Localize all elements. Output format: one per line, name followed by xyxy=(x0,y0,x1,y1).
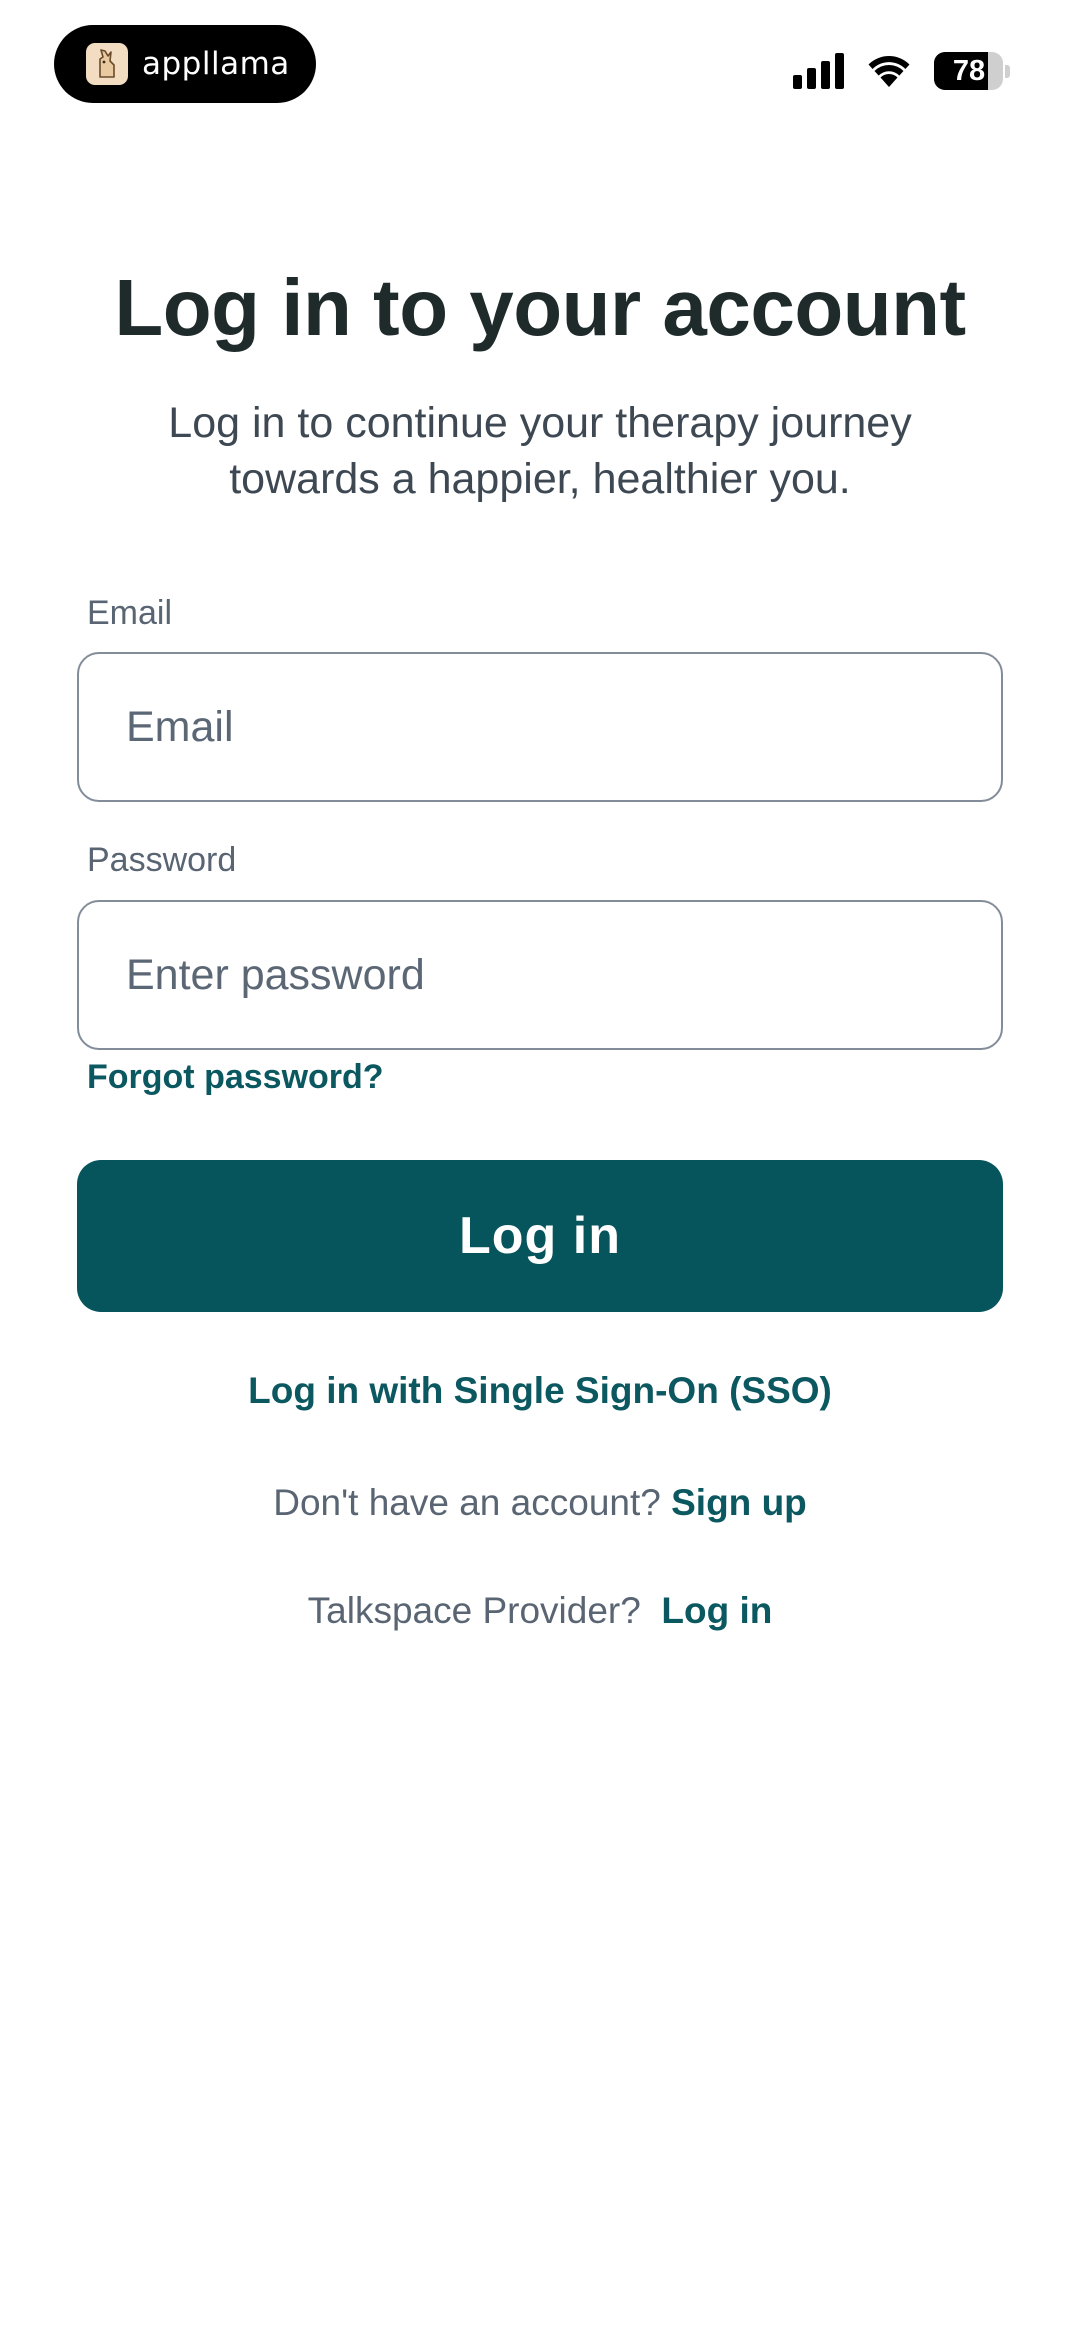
signup-prompt: Don't have an account? xyxy=(273,1482,661,1523)
email-input[interactable] xyxy=(77,652,1003,802)
email-label: Email xyxy=(87,594,173,632)
provider-login-link[interactable]: Log in xyxy=(661,1590,772,1631)
status-bar: appllama 78 xyxy=(0,0,1080,140)
cellular-signal-icon xyxy=(793,53,844,89)
provider-prompt: Talkspace Provider? xyxy=(307,1590,641,1631)
battery-icon: 78 xyxy=(934,52,1010,90)
page-subtitle: Log in to continue your therapy journey … xyxy=(168,399,912,503)
password-input[interactable] xyxy=(77,900,1003,1050)
provider-row: Talkspace Provider? Log in xyxy=(0,1590,1080,1632)
forgot-password-link[interactable]: Forgot password? xyxy=(87,1058,384,1097)
app-name: appllama xyxy=(142,46,290,82)
login-screen: appllama 78 Log in to your account Log i… xyxy=(0,0,1080,2336)
login-button[interactable]: Log in xyxy=(77,1160,1003,1312)
page-title: Log in to your account xyxy=(114,263,966,352)
status-icons: 78 xyxy=(793,48,1010,94)
app-badge: appllama xyxy=(54,25,316,103)
battery-percent: 78 xyxy=(952,54,986,87)
wifi-icon xyxy=(868,56,910,87)
signup-row: Don't have an account? Sign up xyxy=(0,1482,1080,1524)
signup-link[interactable]: Sign up xyxy=(671,1482,807,1523)
sso-row: Log in with Single Sign-On (SSO) xyxy=(0,1370,1080,1412)
password-label: Password xyxy=(87,841,237,879)
llama-logo-icon xyxy=(86,43,128,85)
sso-login-link[interactable]: Log in with Single Sign-On (SSO) xyxy=(248,1370,832,1411)
